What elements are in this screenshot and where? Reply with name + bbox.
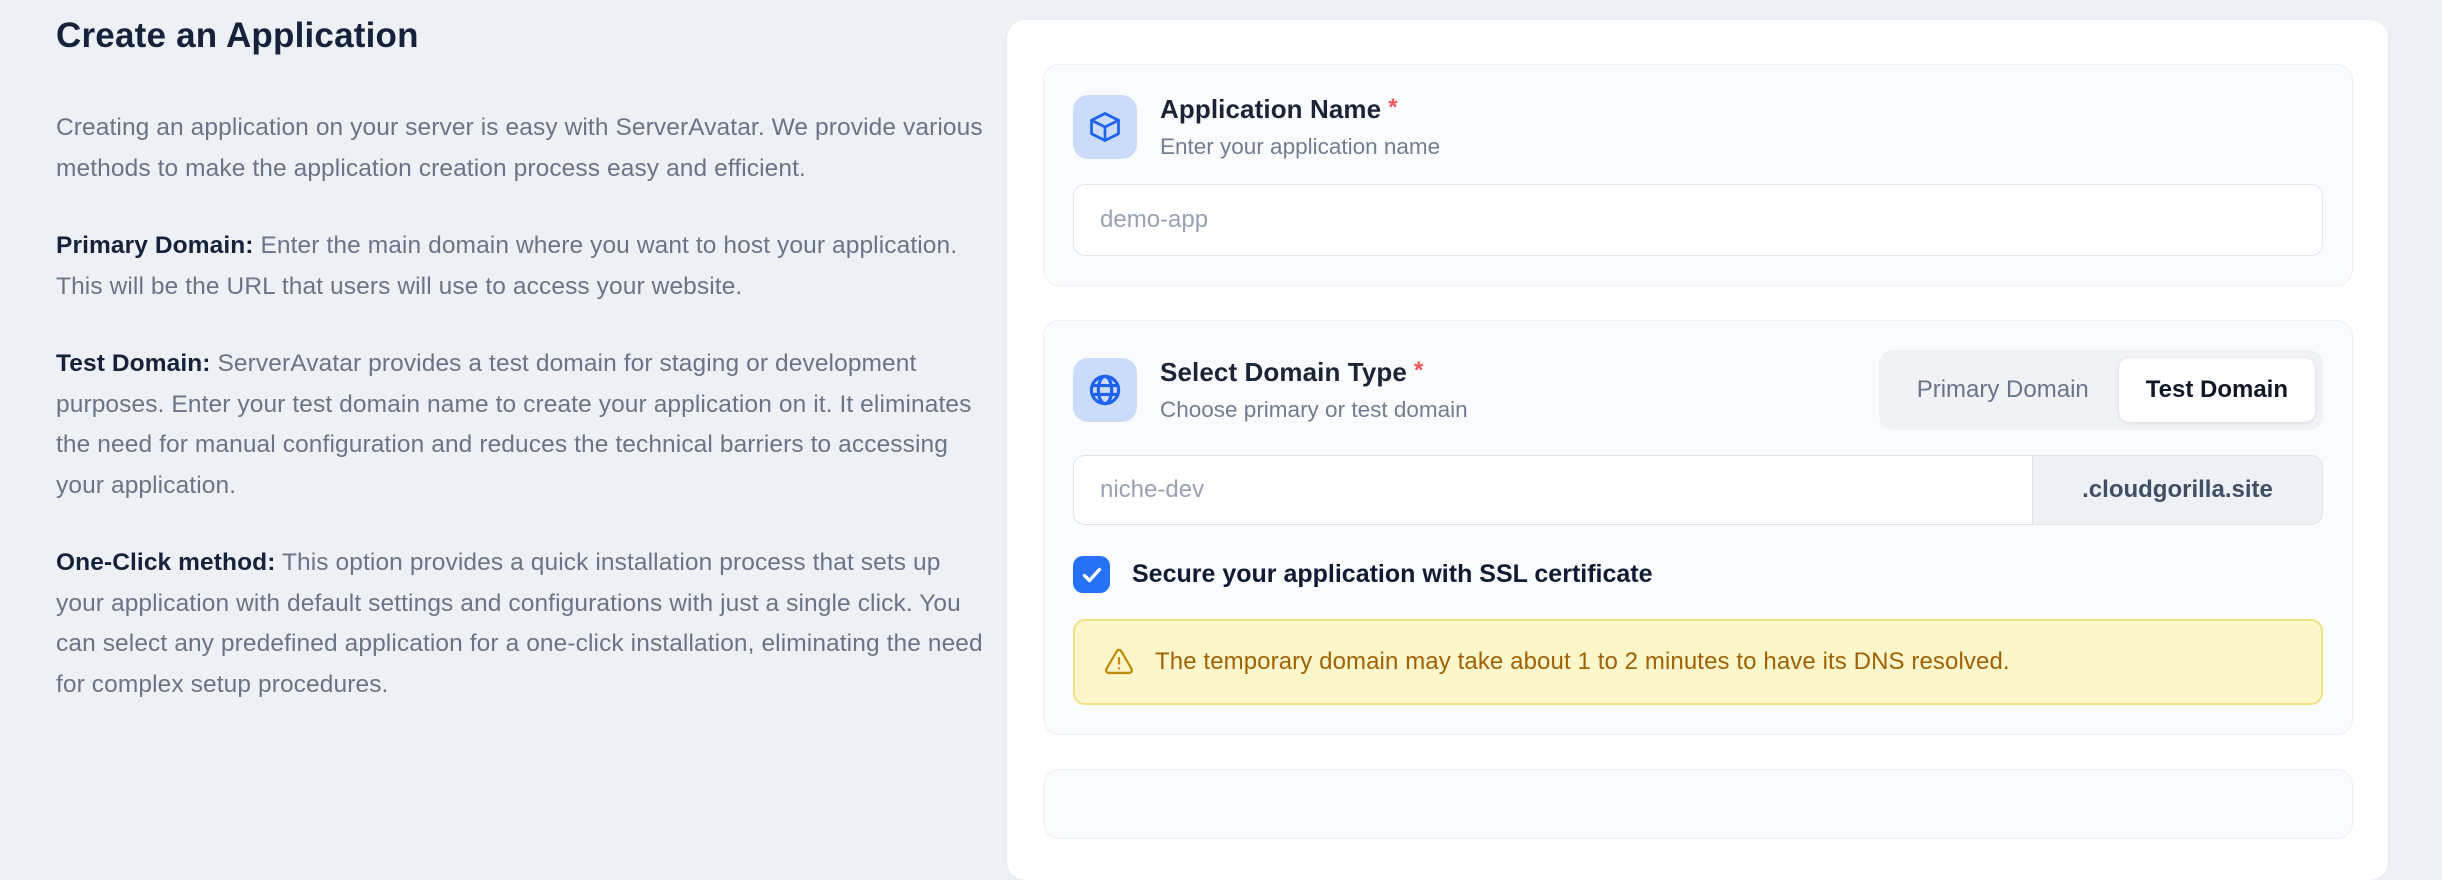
application-name-card: Application Name * Enter your applicatio…	[1043, 64, 2353, 286]
globe-icon-tile	[1073, 358, 1137, 422]
warning-triangle-icon	[1104, 648, 1134, 675]
domain-type-card: Select Domain Type * Choose primary or t…	[1043, 320, 2353, 735]
ssl-checkbox-label: Secure your application with SSL certifi…	[1132, 560, 1653, 588]
cube-icon-tile	[1073, 95, 1137, 159]
application-name-input[interactable]	[1073, 184, 2323, 256]
domain-type-subtitle: Choose primary or test domain	[1160, 397, 1468, 422]
domain-type-header: Select Domain Type * Choose primary or t…	[1073, 357, 1468, 423]
cube-icon	[1090, 112, 1120, 142]
domain-type-toggle: Primary Domain Test Domain	[1878, 350, 2323, 430]
ssl-checkbox-row: Secure your application with SSL certifi…	[1073, 556, 2323, 593]
domain-suffix: .cloudgorilla.site	[2032, 456, 2322, 524]
primary-domain-paragraph: Primary Domain: Enter the main domain wh…	[56, 232, 958, 300]
test-domain-input[interactable]	[1074, 456, 2032, 524]
one-click-label: One-Click method:	[56, 549, 276, 576]
ssl-checkbox[interactable]	[1073, 556, 1110, 593]
one-click-paragraph: One-Click method: This option provides a…	[56, 549, 983, 698]
form-panel: Application Name * Enter your applicatio…	[1007, 20, 2388, 880]
check-icon	[1082, 567, 1101, 582]
required-asterisk: *	[1388, 94, 1398, 121]
test-domain-paragraph: Test Domain: ServerAvatar provides a tes…	[56, 350, 972, 499]
next-card-peek	[1043, 769, 2353, 839]
test-domain-input-group: .cloudgorilla.site	[1073, 455, 2323, 525]
page-title: Create an Application	[56, 16, 419, 55]
application-name-subtitle: Enter your application name	[1160, 134, 1441, 159]
primary-domain-option[interactable]: Primary Domain	[1887, 358, 2119, 422]
intro-paragraph: Creating an application on your server i…	[56, 114, 983, 182]
create-application-page: Create an Application Creating an applic…	[0, 0, 2442, 880]
dns-warning-banner: The temporary domain may take about 1 to…	[1073, 619, 2323, 705]
info-panel: Create an Application Creating an applic…	[56, 16, 986, 742]
test-domain-label: Test Domain:	[56, 350, 211, 377]
domain-type-title: Select Domain Type *	[1160, 357, 1424, 387]
primary-domain-label: Primary Domain:	[56, 232, 254, 259]
application-name-header: Application Name * Enter your applicatio…	[1073, 94, 2323, 160]
test-domain-option[interactable]: Test Domain	[2118, 358, 2315, 422]
dns-warning-text: The temporary domain may take about 1 to…	[1155, 648, 2010, 675]
required-asterisk: *	[1413, 357, 1424, 384]
globe-icon	[1089, 374, 1121, 406]
application-name-title: Application Name *	[1160, 94, 1398, 124]
